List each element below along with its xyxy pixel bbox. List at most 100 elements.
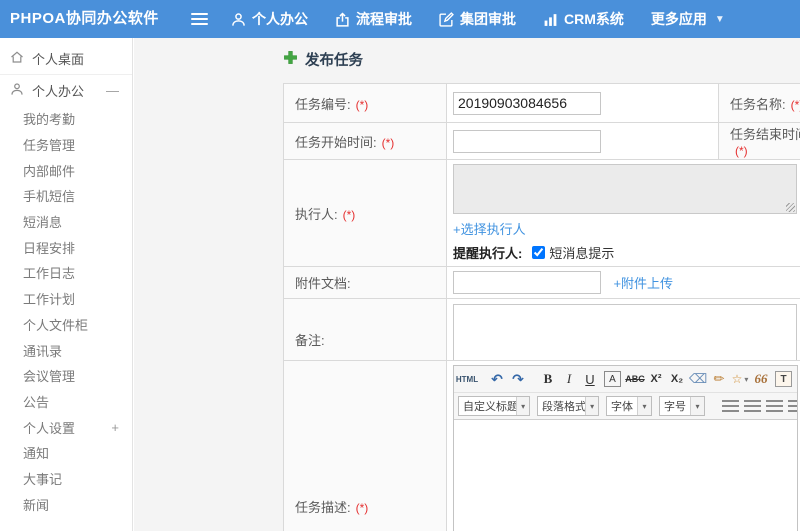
eraser-icon[interactable]: ⌫	[689, 369, 707, 389]
sidebar-item-meeting-management[interactable]: 会议管理	[0, 363, 132, 389]
nav-label: 集团审批	[460, 11, 516, 27]
format-brush-icon[interactable]: ✏	[710, 369, 728, 389]
topbar: PHPOA协同办公软件 个人办公 流程审批 集团审批 CRM系统 更多应用 ▼	[0, 0, 800, 38]
sidebar-item-milestones[interactable]: 大事记	[0, 466, 132, 492]
sidebar-item-label: 通知	[23, 446, 50, 462]
editor-content-area[interactable]	[454, 420, 797, 531]
sidebar-item-personal-office[interactable]: 个人办公 —	[0, 75, 132, 106]
sidebar-item-work-plan[interactable]: 工作计划	[0, 286, 132, 312]
sidebar-item-work-log[interactable]: 工作日志	[0, 260, 132, 286]
required-mark: (*)	[342, 207, 356, 222]
caret-down-icon: ▾	[585, 397, 598, 415]
align-center-icon[interactable]	[744, 399, 761, 413]
sidebar-item-news[interactable]: 新闻	[0, 491, 132, 517]
nav-more-apps[interactable]: 更多应用 ▼	[651, 9, 725, 29]
font-style-icon[interactable]: A	[604, 371, 621, 387]
edit-square-icon	[439, 11, 454, 27]
caret-down-icon: ▾	[690, 397, 704, 415]
required-mark: (*)	[735, 144, 748, 158]
sidebar-item-label: 内部邮件	[23, 163, 76, 179]
nav-label: 个人办公	[252, 11, 308, 27]
nav-label: 更多应用	[650, 11, 707, 27]
sidebar-item-label: 手机短信	[23, 189, 76, 205]
paragraph-format-select[interactable]: 段落格式 ▾	[537, 396, 599, 416]
sidebar-item-label: 大事记	[23, 471, 63, 487]
sidebar-item-label: 个人设置	[23, 420, 76, 436]
align-justify-icon[interactable]	[788, 399, 797, 413]
bar-chart-icon	[543, 12, 558, 27]
align-left-icon[interactable]	[722, 399, 739, 413]
form-row-attachment: 附件文档: +附件上传	[283, 266, 800, 299]
collapse-icon[interactable]: —	[106, 75, 119, 106]
paste-text-icon[interactable]: T	[775, 371, 792, 387]
expand-icon[interactable]: +	[111, 414, 119, 440]
start-time-label: 任务开始时间:	[295, 134, 377, 150]
caret-down-icon: ▾	[744, 374, 749, 384]
font-family-select[interactable]: 字体 ▾	[606, 396, 652, 416]
attachment-input[interactable]	[453, 271, 601, 294]
sidebar-item-notice[interactable]: 通知	[0, 440, 132, 466]
sidebar-item-label: 会议管理	[23, 369, 76, 385]
nav-group-approval[interactable]: 集团审批	[439, 9, 516, 29]
sidebar-item-label: 通讯录	[23, 343, 63, 359]
task-number-input[interactable]	[453, 91, 601, 115]
form-row-description: 任务描述: (*) HTML ↶ ↷ B I U A ABC X² X₂ ⌫ ✏…	[283, 360, 800, 531]
remark-label: 备注:	[295, 333, 325, 348]
add-plus-icon	[283, 50, 298, 70]
source-code-icon[interactable]: HTML	[456, 369, 478, 389]
sidebar-item-internal-mail[interactable]: 内部邮件	[0, 157, 132, 183]
sidebar-item-personal-files[interactable]: 个人文件柜	[0, 312, 132, 338]
required-mark: (*)	[355, 97, 369, 112]
sidebar-item-my-attendance[interactable]: 我的考勤	[0, 106, 132, 132]
bold-icon[interactable]: B	[539, 369, 557, 389]
top-navigation: 个人办公 流程审批 集团审批 CRM系统 更多应用 ▼	[231, 0, 725, 38]
nav-label: CRM系统	[564, 11, 624, 27]
nav-crm-system[interactable]: CRM系统	[543, 9, 624, 29]
workflow-approval-icon	[335, 11, 350, 27]
executor-textarea[interactable]	[453, 164, 797, 214]
font-size-select[interactable]: 字号 ▾	[659, 396, 705, 416]
start-time-input[interactable]	[453, 129, 601, 153]
sidebar-item-personal-desktop[interactable]: 个人桌面	[0, 42, 132, 75]
custom-title-select[interactable]: 自定义标题 ▾	[458, 396, 530, 416]
caret-down-icon: ▾	[637, 397, 651, 415]
blockquote-icon[interactable]: 66	[752, 369, 770, 389]
description-label: 任务描述:	[295, 499, 351, 515]
menu-icon[interactable]	[191, 13, 208, 25]
undo-icon[interactable]: ↶	[488, 369, 506, 389]
align-right-icon[interactable]	[766, 399, 783, 413]
form-row-task-number: 任务编号: (*) 任务名称: (*)	[283, 83, 800, 123]
sidebar-item-label: 短消息	[23, 215, 63, 231]
app-logo-title: PHPOA协同办公软件	[10, 10, 159, 27]
attachment-label: 附件文档:	[295, 276, 351, 291]
remind-executor-label: 提醒执行人:	[453, 246, 523, 261]
sidebar-item-contacts[interactable]: 通讯录	[0, 337, 132, 363]
sidebar-item-task-management[interactable]: 任务管理	[0, 132, 132, 158]
redo-icon[interactable]: ↷	[509, 369, 527, 389]
attachment-upload-link[interactable]: +附件上传	[613, 276, 673, 291]
task-description-table: 任务描述: (*) HTML ↶ ↷ B I U A ABC X² X₂ ⌫ ✏…	[283, 360, 800, 531]
subscript-icon[interactable]: X₂	[668, 369, 686, 389]
nav-personal-office[interactable]: 个人办公	[231, 9, 308, 29]
sms-remind-checkbox[interactable]	[532, 246, 546, 259]
sidebar-item-label: 个人办公	[32, 84, 85, 99]
italic-icon[interactable]: I	[560, 369, 578, 389]
underline-icon[interactable]: U	[581, 369, 599, 389]
sidebar-item-schedule[interactable]: 日程安排	[0, 234, 132, 260]
end-time-label: 任务结束时间:	[730, 127, 800, 142]
sidebar-item-label: 我的考勤	[23, 112, 76, 128]
resize-handle-icon[interactable]	[786, 203, 795, 212]
sidebar-item-personal-settings[interactable]: 个人设置 +	[0, 414, 132, 440]
choose-executor-link[interactable]: +选择执行人	[453, 222, 526, 237]
sidebar-item-label: 个人文件柜	[23, 317, 89, 333]
sidebar-item-short-message[interactable]: 短消息	[0, 209, 132, 235]
strikethrough-icon[interactable]: ABC	[625, 369, 645, 389]
superscript-icon[interactable]: X²	[647, 369, 665, 389]
sidebar-item-mobile-sms[interactable]: 手机短信	[0, 183, 132, 209]
sidebar-item-announcement[interactable]: 公告	[0, 389, 132, 415]
nav-workflow-approval[interactable]: 流程审批	[335, 9, 412, 29]
editor-toolbar-row1: HTML ↶ ↷ B I U A ABC X² X₂ ⌫ ✏ ☆ ▾ 66 T	[454, 366, 797, 393]
sms-remind-label: 短消息提示	[549, 246, 615, 261]
autoformat-icon[interactable]: ☆ ▾	[731, 369, 749, 389]
home-icon	[10, 50, 24, 67]
